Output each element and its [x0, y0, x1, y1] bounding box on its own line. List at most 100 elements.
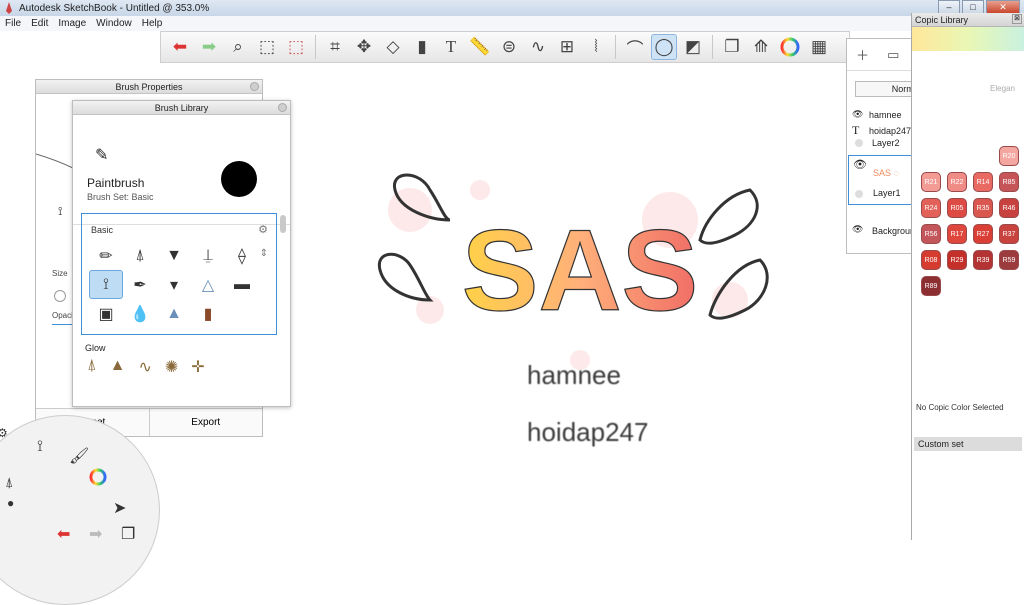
fill-icon[interactable]: ▮ [409, 34, 435, 60]
size-slider-handle[interactable] [54, 290, 66, 302]
glow-marker-icon[interactable]: ▲ [110, 357, 126, 377]
redo-icon[interactable]: ➡ [196, 34, 222, 60]
copic-swatch-r37[interactable]: R37 [999, 224, 1019, 244]
perspective-icon[interactable]: ⊞ [554, 34, 580, 60]
menu-image[interactable]: Image [53, 18, 91, 29]
transform-icon[interactable]: ✥ [351, 34, 377, 60]
copic-swatch-r29[interactable]: R29 [947, 250, 967, 270]
layer-hamnee-name[interactable]: hamnee [869, 110, 902, 120]
layer-icon[interactable]: ❐ [121, 524, 135, 544]
copic-swatch-r35[interactable]: R35 [973, 198, 993, 218]
canvas-artwork[interactable]: SAS [370, 150, 790, 390]
crop-icon[interactable]: ⌗ [322, 34, 348, 60]
settings-icon[interactable]: ⚙ [0, 426, 8, 440]
airbrush-soft-icon[interactable]: ▲ [157, 299, 191, 328]
soft-eraser-icon[interactable]: ▣ [89, 299, 123, 328]
text-icon[interactable]: T [438, 34, 464, 60]
color-wheel-icon[interactable] [89, 468, 107, 491]
custom-set-header[interactable]: Custom set [914, 437, 1022, 451]
copic-swatch-r56[interactable]: R56 [921, 224, 941, 244]
close-icon[interactable] [250, 82, 259, 91]
close-icon[interactable]: ⊠ [1012, 14, 1022, 24]
brush-palette-icon[interactable]: ⟰ [748, 34, 774, 60]
airbrush-icon[interactable]: △ [191, 270, 225, 299]
select-icon[interactable]: ➤ [113, 498, 126, 518]
close-button[interactable]: ✕ [986, 0, 1020, 14]
lasso-icon[interactable]: ⬚ [283, 34, 309, 60]
maximize-button[interactable]: □ [962, 0, 984, 14]
symmetry-icon[interactable]: ⦚ [583, 34, 609, 60]
menu-edit[interactable]: Edit [26, 18, 53, 29]
ruler-icon[interactable]: 📏 [467, 34, 493, 60]
marker-brush-icon[interactable]: ▼ [157, 241, 191, 270]
undo-icon[interactable]: ⬅ [57, 524, 70, 544]
zoom-icon[interactable]: ⌕ [225, 34, 251, 60]
copic-family-gradient[interactable] [912, 27, 1024, 51]
ballpoint-brush-icon[interactable]: ⍋ [123, 241, 157, 270]
glow-pen-icon[interactable]: ⍋ [87, 357, 97, 377]
copic-swatch-r24[interactable]: R24 [921, 198, 941, 218]
hard-eraser-icon[interactable]: ▬ [225, 270, 259, 299]
copic-icon[interactable]: ▦ [806, 34, 832, 60]
distort-icon[interactable]: ◇ [380, 34, 406, 60]
brush-palette-icon[interactable]: ⟟ [37, 438, 43, 456]
copic-swatch-r85[interactable]: R85 [999, 172, 1019, 192]
layer-visibility-toggle[interactable] [855, 139, 863, 147]
add-group-icon[interactable]: ▭ [887, 47, 899, 63]
stroke-icon[interactable]: ⌒ [622, 34, 648, 60]
paintbrush-brush-icon[interactable]: ⟟ [89, 270, 123, 299]
reorder-icon[interactable]: ⇕ [260, 248, 268, 259]
chisel-brush-icon[interactable]: ⍊ [191, 241, 225, 270]
copic-swatch-r14[interactable]: R14 [973, 172, 993, 192]
felt-pen-icon[interactable]: ▾ [157, 270, 191, 299]
layer-hoidap247-name[interactable]: hoidap247 [869, 126, 911, 136]
copic-swatch-r39[interactable]: R39 [973, 250, 993, 270]
minimize-button[interactable]: – [938, 0, 960, 14]
close-icon[interactable] [278, 103, 287, 112]
settings-icon[interactable]: ⚙ [258, 223, 268, 236]
copic-swatch-r22[interactable]: R22 [947, 172, 967, 192]
water-drop-icon[interactable]: 💧 [123, 299, 157, 328]
canvas-text-hoidap247[interactable]: hoidap247 [527, 417, 648, 448]
copic-swatch-r46[interactable]: R46 [999, 198, 1019, 218]
shapes-icon[interactable]: ◩ [680, 34, 706, 60]
layer-visibility-toggle[interactable] [855, 190, 863, 198]
export-button[interactable]: Export [150, 409, 263, 436]
ink-pen-icon[interactable]: ✒ [123, 270, 157, 299]
menu-window[interactable]: Window [91, 18, 137, 29]
brush-size-icon[interactable]: ⍋ [5, 474, 13, 491]
pencil-brush-icon[interactable]: ✏ [89, 241, 123, 270]
copic-swatch-r27[interactable]: R27 [973, 224, 993, 244]
smudge-brush-icon[interactable]: ▮ [191, 299, 225, 328]
technical-pen-icon[interactable]: ⟠ [225, 241, 259, 270]
add-layer-icon[interactable]: ＋ [856, 45, 869, 64]
redo-icon[interactable]: ➡ [89, 524, 102, 544]
visibility-eye-icon[interactable]: 👁 [852, 224, 863, 235]
glow-sparkle-icon[interactable]: ✛ [191, 357, 204, 377]
copic-swatch-r17[interactable]: R17 [947, 224, 967, 244]
predictive-stroke-icon[interactable]: ◯ [651, 34, 677, 60]
visibility-eye-icon[interactable]: 👁 [852, 109, 863, 120]
visibility-eye-icon[interactable]: 👁 [853, 158, 867, 171]
canvas-text-hamnee[interactable]: hamnee [527, 360, 621, 391]
current-color-icon[interactable]: ● [7, 496, 14, 510]
copic-swatch-r89[interactable]: R89 [921, 276, 941, 296]
undo-icon[interactable]: ⬅ [167, 34, 193, 60]
copic-swatch-r05[interactable]: R05 [947, 198, 967, 218]
copic-tab-hint[interactable]: Elegan [990, 84, 1015, 93]
select-icon[interactable]: ⬚ [254, 34, 280, 60]
brush-icon[interactable]: 🖌 [69, 446, 89, 466]
glow-swirl-icon[interactable]: ✺ [165, 357, 178, 377]
glow-scribble-icon[interactable]: ∿ [138, 357, 151, 377]
french-curve-icon[interactable]: ∿ [525, 34, 551, 60]
copic-swatch-r20[interactable]: R20 [999, 146, 1019, 166]
copic-swatch-r08[interactable]: R08 [921, 250, 941, 270]
layer2-name[interactable]: Layer2 [872, 138, 900, 148]
copic-swatch-r59[interactable]: R59 [999, 250, 1019, 270]
menu-file[interactable]: File [0, 18, 26, 29]
brush-library-scrollbar[interactable] [280, 215, 286, 233]
ellipse-icon[interactable]: ⊜ [496, 34, 522, 60]
color-wheel-icon[interactable] [777, 34, 803, 60]
layer-icon[interactable]: ❐ [719, 34, 745, 60]
copic-swatch-r21[interactable]: R21 [921, 172, 941, 192]
